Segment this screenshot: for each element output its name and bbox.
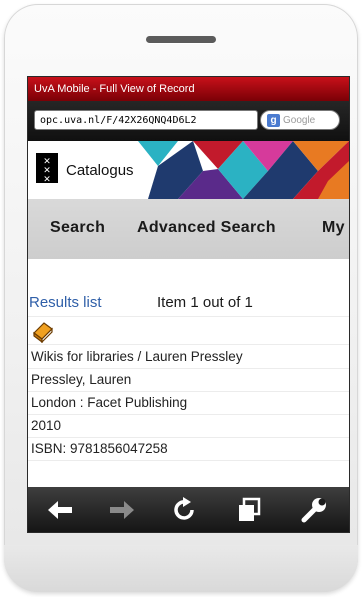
divider	[28, 316, 349, 317]
browser-title-bar: UvA Mobile - Full View of Record	[28, 77, 349, 101]
forward-arrow-icon[interactable]	[108, 497, 136, 523]
main-nav: Search Advanced Search My	[28, 199, 349, 259]
google-g-icon: g	[267, 113, 280, 127]
phone-screen: UvA Mobile - Full View of Record opc.uva…	[27, 76, 350, 533]
tabs-icon[interactable]	[235, 497, 263, 523]
divider	[28, 368, 349, 369]
record-isbn: ISBN: 9781856047258	[31, 441, 168, 456]
browser-toolbar	[28, 487, 349, 532]
uva-crosses-logo[interactable]: ✕ ✕ ✕	[36, 153, 58, 184]
divider	[28, 391, 349, 392]
results-row: Results list Item 1 out of 1	[28, 293, 349, 313]
site-title[interactable]: Catalogus	[66, 162, 134, 179]
reload-icon[interactable]	[171, 497, 199, 523]
divider	[28, 414, 349, 415]
search-placeholder: Google	[283, 115, 316, 126]
record-publisher: London : Facet Publishing	[31, 395, 188, 410]
window-title: UvA Mobile - Full View of Record	[34, 83, 195, 95]
divider	[28, 437, 349, 438]
record-year: 2010	[31, 418, 62, 433]
nav-advanced-search[interactable]: Advanced Search	[137, 219, 276, 237]
phone-speaker	[146, 36, 216, 43]
divider	[28, 460, 349, 461]
search-input[interactable]: g Google	[260, 110, 340, 130]
book-icon	[33, 322, 53, 343]
site-banner: ✕ ✕ ✕ Catalogus	[28, 141, 349, 199]
phone-chin	[4, 545, 358, 592]
results-list-link[interactable]: Results list	[29, 293, 102, 313]
address-bar: opc.uva.nl/F/42X26QNQ4D6L2 g Google	[28, 101, 349, 141]
divider	[28, 344, 349, 345]
back-arrow-icon[interactable]	[46, 497, 74, 523]
url-input[interactable]: opc.uva.nl/F/42X26QNQ4D6L2	[34, 110, 258, 130]
settings-wrench-icon[interactable]	[300, 497, 328, 523]
item-count: Item 1 out of 1	[157, 294, 253, 311]
record-title[interactable]: Wikis for libraries / Lauren Pressley	[31, 347, 243, 367]
record-author[interactable]: Pressley, Lauren	[31, 370, 131, 390]
nav-search[interactable]: Search	[50, 219, 105, 237]
nav-my[interactable]: My	[322, 219, 345, 237]
